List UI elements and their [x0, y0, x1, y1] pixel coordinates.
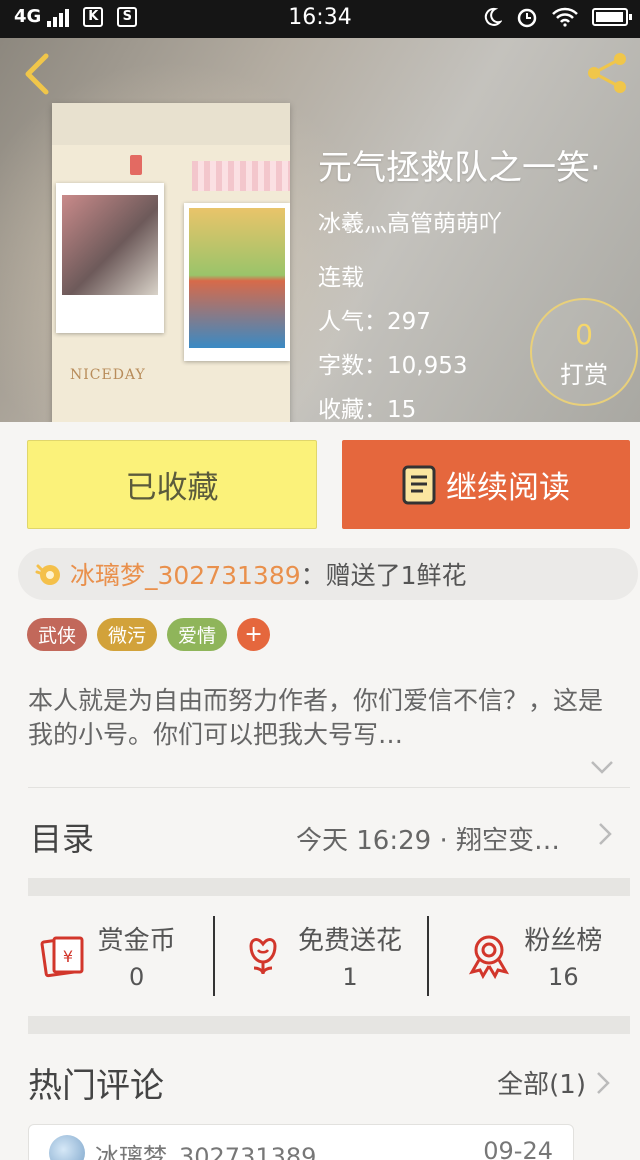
chevron-right-icon [597, 1071, 610, 1094]
stat-label: 粉丝榜 [524, 925, 603, 956]
catalog-row[interactable]: 目录 今天 16:29 · 翔空变… [0, 788, 640, 880]
hot-comments-heading: 热门评论 [28, 1066, 164, 1106]
cover-top-strip [52, 103, 290, 145]
catalog-latest-update: 今天 16:29 · 翔空变… [296, 826, 560, 856]
status-right [482, 6, 632, 28]
gift-banner[interactable]: 冰璃梦_302731389 ：赠送了1鲜花 [18, 548, 638, 600]
flower-gift-icon [35, 564, 60, 585]
book-cover[interactable]: NICEDAY [52, 103, 290, 422]
tag-item[interactable]: 爱情 [167, 618, 228, 651]
continue-reading-label: 继续阅读 [446, 470, 570, 506]
comment-date: 09-24 [483, 1137, 553, 1160]
book-favorite-count: 收藏：15 [318, 397, 417, 422]
tag-item[interactable]: 微污 [97, 618, 158, 651]
book-icon [402, 465, 436, 504]
stat-value: 0 [129, 962, 145, 991]
continue-reading-button[interactable]: 继续阅读 [342, 440, 630, 529]
reward-button[interactable]: 0 打赏 [530, 298, 638, 406]
stat-fan-ranking[interactable]: 粉丝榜 16 [426, 896, 640, 1014]
add-tag-button[interactable]: + [237, 618, 271, 651]
battery-icon [592, 8, 632, 26]
cover-photo-right [184, 203, 290, 361]
all-comments-label: 全部(1) [497, 1070, 586, 1100]
status-bar: 4G K S 16:34 [0, 0, 640, 38]
reward-label: 打赏 [560, 361, 608, 389]
book-author[interactable]: 冰羲灬高管萌萌吖 [318, 204, 502, 238]
tag-item[interactable]: 武侠 [27, 618, 88, 651]
comment-user: 冰璃梦_302731389 [95, 1143, 317, 1160]
red-envelope-icon: ¥ [40, 936, 84, 978]
chevron-right-icon [599, 823, 612, 845]
gift-user[interactable]: 冰璃梦_302731389 [70, 556, 301, 592]
book-title: 元气拯救队之一笑· [318, 148, 601, 188]
stats-row: ¥ 赏金币 0 免费送花 1 粉丝榜 16 [0, 896, 640, 1014]
moon-icon [484, 7, 502, 26]
stat-label: 赏金币 [97, 925, 176, 956]
avatar[interactable] [49, 1135, 85, 1160]
back-arrow-icon[interactable] [18, 52, 58, 96]
wifi-icon [552, 7, 578, 27]
svg-text:¥: ¥ [63, 947, 73, 966]
medal-icon [469, 935, 510, 980]
book-header: 4G K S 16:34 NICEDAY 元气拯救队之一笑· 冰羲灬高管萌萌吖 … [0, 0, 640, 422]
cover-photo-left [56, 183, 164, 333]
tag-list: 武侠 微污 爱情 + [27, 618, 271, 651]
book-detail-page: 4G K S 16:34 NICEDAY 元气拯救队之一笑· 冰羲灬高管萌萌吖 … [0, 0, 640, 1160]
stat-value: 16 [548, 962, 579, 991]
share-icon[interactable] [584, 50, 630, 96]
book-word-count: 字数：10,953 [318, 353, 468, 379]
flower-icon [249, 938, 277, 975]
reward-count: 0 [575, 318, 593, 351]
section-separator [28, 878, 630, 896]
stat-label: 免费送花 [297, 925, 402, 956]
cover-pattern [192, 161, 290, 191]
alarm-icon [517, 8, 537, 28]
all-comments-link[interactable]: 全部(1) [497, 1064, 610, 1101]
comment-card[interactable]: 冰璃梦_302731389 09-24 [28, 1124, 574, 1160]
stat-value: 1 [342, 962, 358, 991]
cover-label: NICEDAY [70, 367, 146, 383]
cover-bookmark [130, 155, 142, 175]
gift-message: ：赠送了1鲜花 [300, 561, 467, 590]
catalog-label: 目录 [30, 820, 95, 858]
book-intro: 本人就是为自由而努力作者，你们爱信不信？，这是我的小号。你们可以把我大号写… [28, 686, 604, 749]
favorited-button[interactable]: 已收藏 [27, 440, 317, 529]
book-status: 连载 [318, 265, 364, 291]
stat-reward-coins[interactable]: ¥ 赏金币 0 [0, 896, 213, 1014]
section-separator [28, 1016, 630, 1034]
stat-free-flower[interactable]: 免费送花 1 [213, 896, 426, 1014]
chevron-down-icon[interactable] [590, 760, 614, 774]
book-popularity: 人气：297 [318, 309, 431, 335]
